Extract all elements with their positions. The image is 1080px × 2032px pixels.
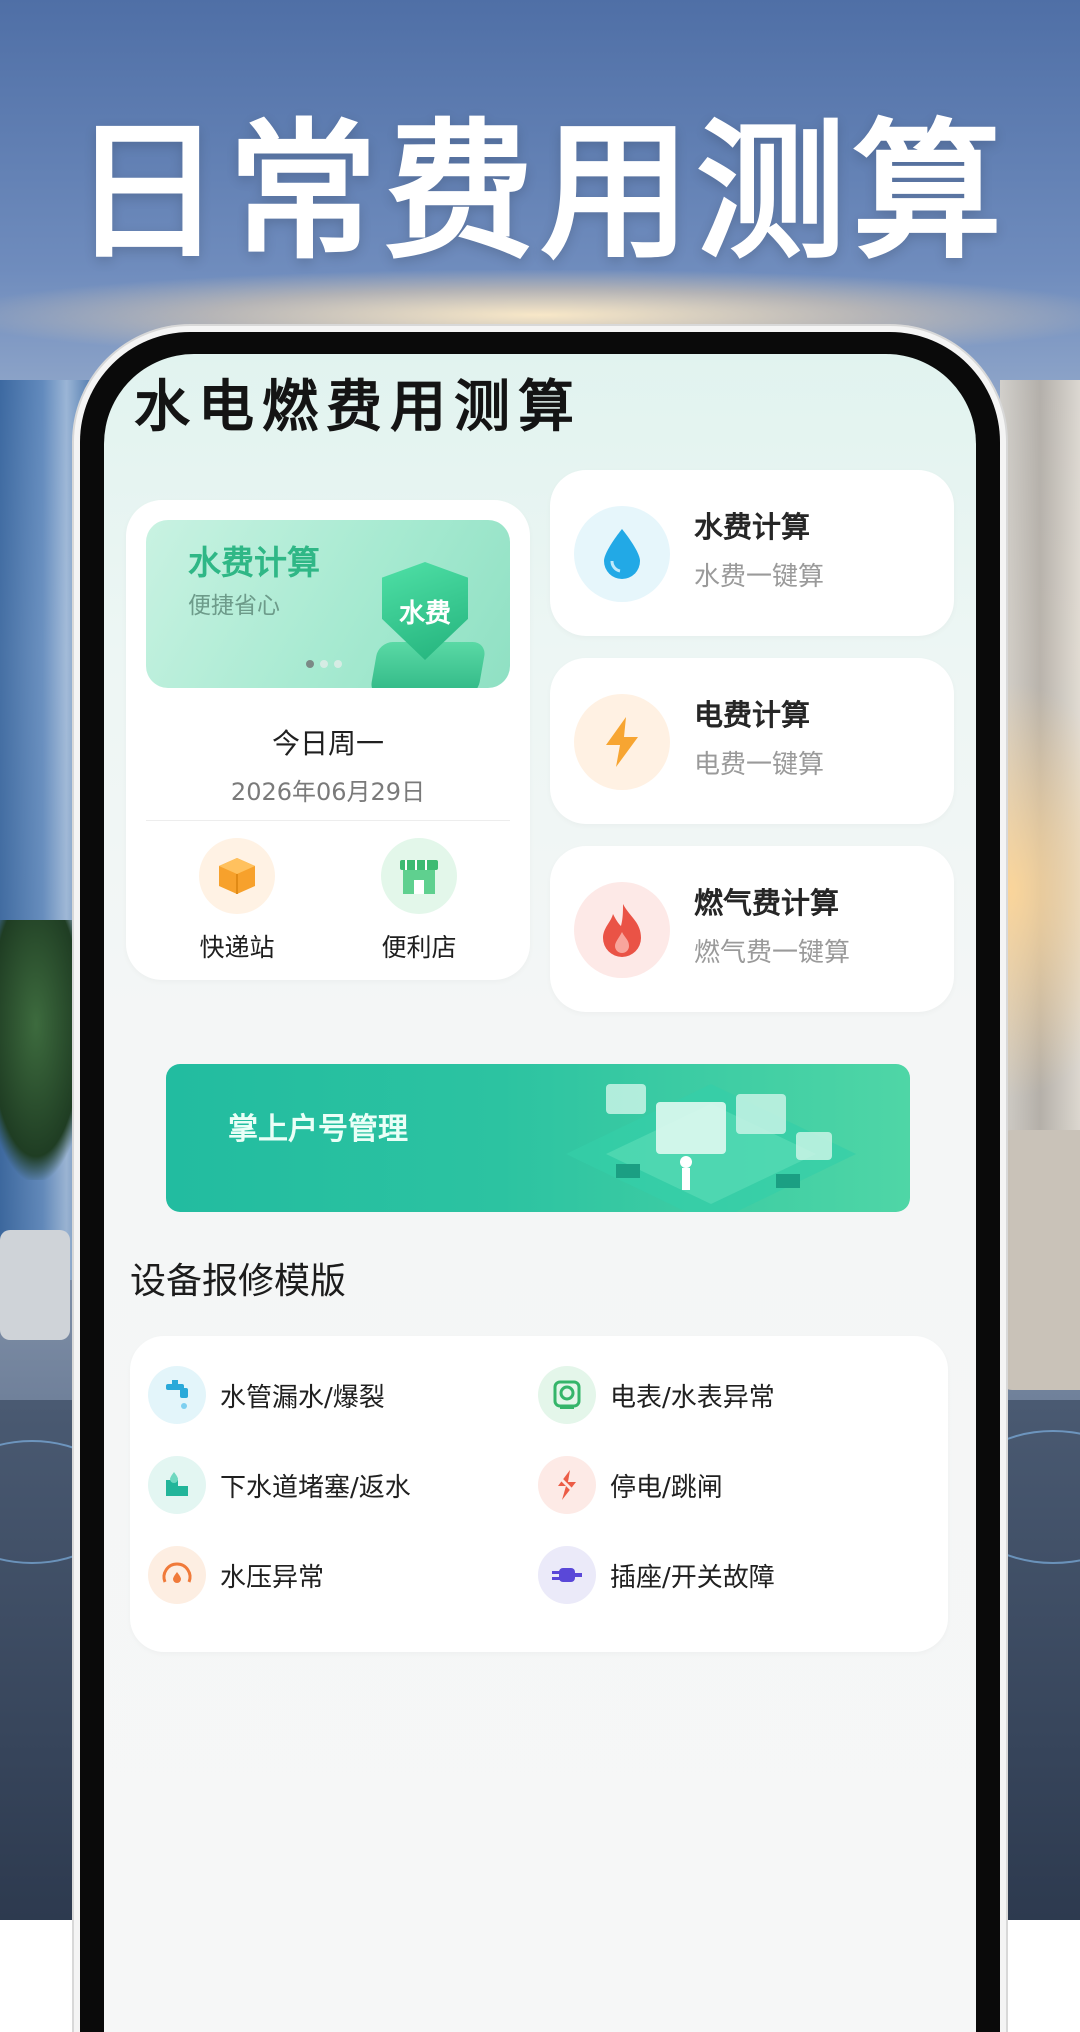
pressure-gauge-icon [148,1546,206,1604]
quick-action-label: 快递站 [199,933,275,962]
repair-item-label: 插座/开关故障 [610,1562,775,1593]
phone-frame: 水电燃费用测算 水费计算 便捷省心 水费 今日周一 2026年06月29日 快递… [80,332,1000,2032]
fee-card-title: 水费计算 [694,510,811,544]
repair-item-pipe-leak[interactable]: 水管漏水/爆裂 [148,1366,385,1424]
repair-item-meter[interactable]: 电表/水表异常 [538,1366,775,1424]
fee-card-gas[interactable]: 燃气费计算 燃气费一键算 [550,846,954,1012]
drain-icon [148,1456,206,1514]
repair-item-drain[interactable]: 下水道堵塞/返水 [148,1456,411,1514]
date-card: 水费计算 便捷省心 水费 今日周一 2026年06月29日 快递站 便利店 [126,500,530,980]
repair-item-label: 下水道堵塞/返水 [220,1472,411,1503]
banner-subtitle: 便捷省心 [188,593,280,619]
repair-item-label: 水管漏水/爆裂 [220,1382,385,1413]
flame-icon [574,882,670,978]
faucet-icon [148,1366,206,1424]
fee-card-electricity[interactable]: 电费计算 电费一键算 [550,658,954,824]
water-drop-icon [574,506,670,602]
repair-template-list: 水管漏水/爆裂 电表/水表异常 下水道堵塞/返水 停电/跳闸 水压异常 插座/开… [130,1336,948,1652]
package-icon [199,838,275,914]
repair-item-water-pressure[interactable]: 水压异常 [148,1546,324,1604]
fee-card-subtitle: 燃气费一键算 [694,938,851,968]
weekday-label: 今日周一 [271,727,384,760]
promo-label: 掌上户号管理 [228,1112,408,1147]
repair-item-label: 电表/水表异常 [610,1382,775,1413]
banner-title: 水费计算 [188,543,320,582]
repair-item-label: 水压异常 [220,1562,325,1593]
quick-action-label: 便利店 [381,933,457,962]
banner-water-fee[interactable]: 水费计算 便捷省心 水费 [146,520,510,688]
dashboard-illustration-icon [566,1084,856,1212]
divider [146,820,510,821]
app-title: 水电燃费用测算 [134,375,582,440]
quick-action-store[interactable]: 便利店 [354,838,484,964]
fee-card-subtitle: 水费一键算 [694,562,825,592]
date-label: 2026年06月29日 [230,778,426,806]
repair-item-socket-switch[interactable]: 插座/开关故障 [538,1546,775,1604]
headline: 日常费用测算 [71,106,1008,280]
account-management-banner[interactable]: 掌上户号管理 [166,1064,910,1212]
repair-item-power-outage[interactable]: 停电/跳闸 [538,1456,723,1514]
section-title: 设备报修模版 [130,1261,347,1302]
lightning-icon [574,694,670,790]
power-off-icon [538,1456,596,1514]
app-screen: 水电燃费用测算 水费计算 便捷省心 水费 今日周一 2026年06月29日 快递… [104,354,976,2032]
carousel-dots[interactable] [306,660,342,668]
repair-item-label: 停电/跳闸 [610,1472,723,1503]
plug-icon [538,1546,596,1604]
fee-card-title: 燃气费计算 [694,886,840,920]
store-icon [381,838,457,914]
fee-card-title: 电费计算 [694,698,811,732]
meter-icon [538,1366,596,1424]
quick-action-express[interactable]: 快递站 [172,838,302,964]
fee-card-subtitle: 电费一键算 [694,750,825,780]
fee-card-water[interactable]: 水费计算 水费一键算 [550,470,954,636]
shield-badge-label: 水费 [398,598,451,629]
